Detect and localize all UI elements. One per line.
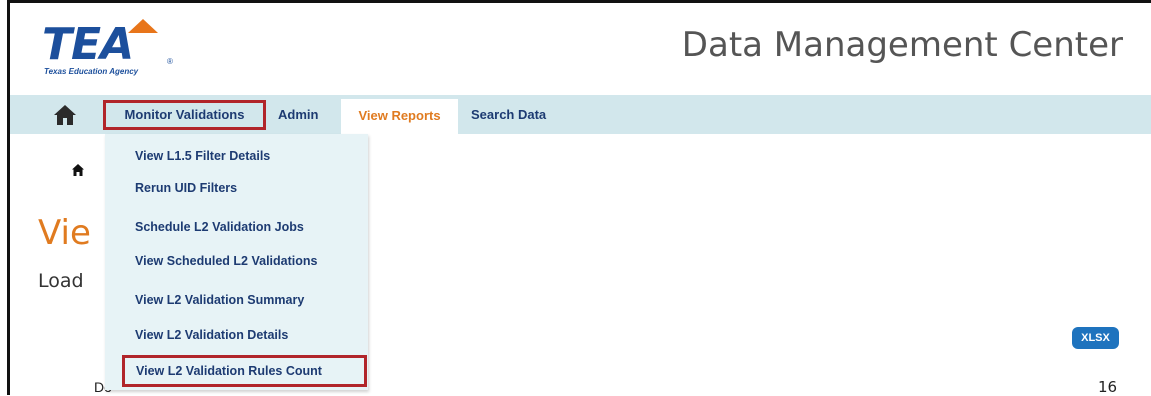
app-frame: TEA ® Texas Education Agency Data Manage… bbox=[7, 0, 1151, 396]
load-label: Load bbox=[38, 270, 84, 292]
logo-text: TEA bbox=[42, 19, 134, 70]
app-title: Data Management Center bbox=[681, 25, 1123, 65]
nav-search-data[interactable]: Search Data bbox=[471, 95, 546, 134]
header: TEA ® Texas Education Agency Data Manage… bbox=[10, 3, 1151, 91]
nav-admin[interactable]: Admin bbox=[278, 95, 318, 134]
home-icon[interactable] bbox=[53, 104, 77, 126]
breadcrumb-home-icon[interactable] bbox=[72, 164, 84, 176]
menu-item-view-l2-validation-rules-count[interactable]: View L2 Validation Rules Count bbox=[122, 355, 367, 387]
menu-item-view-l15-filter-details[interactable]: View L1.5 Filter Details bbox=[135, 146, 270, 166]
export-xlsx-button[interactable]: XLSX bbox=[1072, 327, 1119, 349]
menu-item-view-scheduled-l2-validations[interactable]: View Scheduled L2 Validations bbox=[135, 251, 317, 271]
main-nav: Monitor Validations Admin View Reports S… bbox=[10, 95, 1151, 134]
nav-view-reports[interactable]: View Reports bbox=[341, 99, 458, 134]
table-row-value: 16 bbox=[1098, 378, 1118, 396]
nav-monitor-validations[interactable]: Monitor Validations bbox=[103, 100, 266, 130]
monitor-validations-dropdown: View L1.5 Filter Details Rerun UID Filte… bbox=[105, 134, 368, 390]
menu-item-schedule-l2-validation-jobs[interactable]: Schedule L2 Validation Jobs bbox=[135, 217, 304, 237]
menu-item-view-l2-validation-summary[interactable]: View L2 Validation Summary bbox=[135, 290, 304, 310]
page-title: Vie bbox=[38, 213, 91, 253]
menu-item-view-l2-validation-details[interactable]: View L2 Validation Details bbox=[135, 325, 288, 345]
logo-subtitle: Texas Education Agency bbox=[44, 67, 139, 76]
logo-roof-shape bbox=[128, 19, 158, 33]
menu-item-rerun-uid-filters[interactable]: Rerun UID Filters bbox=[135, 178, 237, 198]
tea-logo[interactable]: TEA ® Texas Education Agency bbox=[42, 19, 182, 79]
